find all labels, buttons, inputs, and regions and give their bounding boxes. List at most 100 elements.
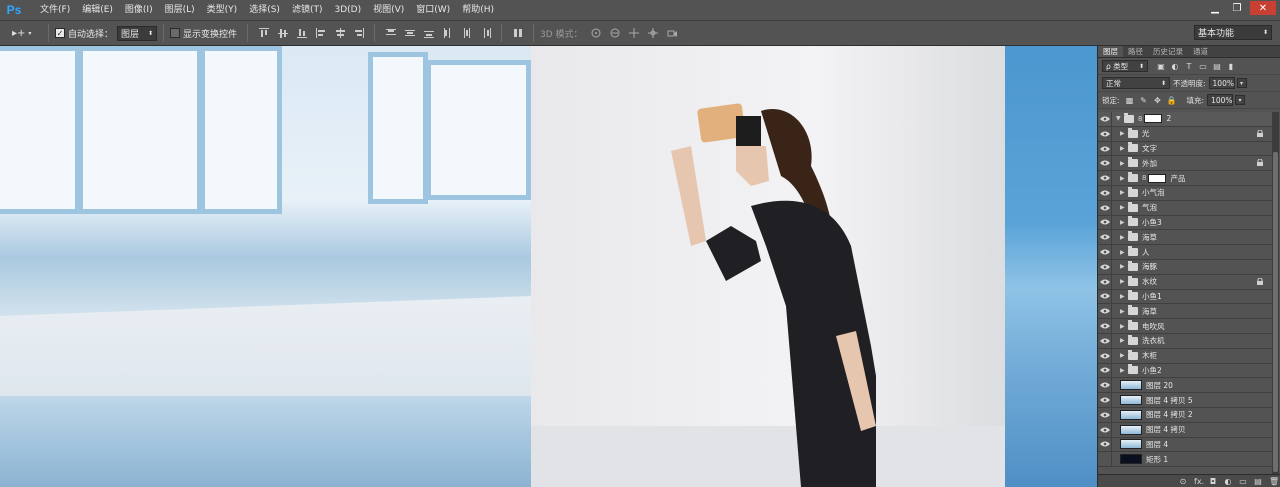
auto-align-icon[interactable]	[511, 27, 524, 40]
auto-select-target-dropdown[interactable]: 图层 ⬍	[117, 25, 158, 41]
fx-icon[interactable]: fx.	[1194, 477, 1204, 486]
auto-select-checkbox[interactable]: ✓	[55, 28, 65, 38]
expand-right-icon[interactable]: ▶	[1120, 308, 1128, 315]
eye-icon[interactable]	[1098, 378, 1112, 393]
blend-mode-dropdown[interactable]: 正常 ⬍	[1102, 77, 1170, 89]
menu-item[interactable]: 窗口(W)	[410, 0, 456, 21]
expand-right-icon[interactable]: ▶	[1120, 234, 1128, 241]
document-canvas[interactable]	[0, 46, 1097, 487]
opacity-field[interactable]: 100%	[1208, 77, 1235, 89]
eye-icon[interactable]	[1098, 141, 1112, 156]
expand-right-icon[interactable]: ▶	[1120, 337, 1128, 344]
layer-row[interactable]: ▶ 气泡	[1098, 200, 1273, 216]
layer-row[interactable]: ▶ 8 产品	[1098, 171, 1273, 186]
eye-icon[interactable]	[1098, 437, 1112, 452]
eye-icon[interactable]	[1098, 185, 1112, 200]
expand-right-icon[interactable]: ▶	[1120, 263, 1128, 270]
distribute-top-icon[interactable]	[384, 27, 397, 40]
expand-right-icon[interactable]: ▶	[1120, 367, 1128, 374]
layer-row[interactable]: ▶ 外加	[1098, 156, 1273, 172]
menu-item[interactable]: 帮助(H)	[456, 0, 500, 21]
layer-row[interactable]: 图层 20	[1098, 378, 1273, 394]
type-filter-icon[interactable]: T	[1184, 61, 1194, 71]
menu-item[interactable]: 类型(Y)	[201, 0, 244, 21]
menu-item[interactable]: 文件(F)	[34, 0, 76, 21]
image-filter-icon[interactable]: ▣	[1156, 61, 1166, 71]
align-bottom-icon[interactable]	[295, 27, 308, 40]
eye-icon[interactable]	[1098, 156, 1112, 171]
menu-item[interactable]: 3D(D)	[328, 0, 367, 21]
layer-row[interactable]: ▶ 小气泡	[1098, 185, 1273, 201]
layer-mask-thumbnail[interactable]	[1144, 114, 1163, 124]
tab-paths[interactable]: 路径	[1123, 46, 1148, 57]
link-layers-icon[interactable]: ⊙	[1179, 477, 1187, 486]
layer-row[interactable]: ▶ 人	[1098, 245, 1273, 260]
new-group-icon[interactable]: ▭	[1239, 477, 1247, 486]
minimize-button[interactable]: ▁	[1204, 1, 1226, 15]
layer-row[interactable]: ▶ 电吹风	[1098, 319, 1273, 334]
distribute-left-icon[interactable]	[441, 27, 454, 40]
eye-icon[interactable]	[1098, 200, 1112, 215]
layer-row[interactable]: ▼ 8 2	[1098, 112, 1273, 127]
eye-icon[interactable]	[1098, 348, 1112, 363]
chevron-down-icon[interactable]: ▾	[1235, 95, 1246, 105]
expand-right-icon[interactable]: ▶	[1120, 249, 1128, 256]
tab-layers[interactable]: 图层	[1098, 46, 1123, 57]
layer-row[interactable]: 矩形 1	[1098, 452, 1273, 468]
eye-icon[interactable]	[1098, 245, 1112, 260]
menu-item[interactable]: 滤镜(T)	[286, 0, 329, 21]
layer-row[interactable]: ▶ 洗衣机	[1098, 333, 1273, 349]
adjustment-filter-icon[interactable]: ◐	[1170, 61, 1180, 71]
roll-3d-icon[interactable]	[609, 27, 622, 40]
align-vcenter-icon[interactable]	[276, 27, 289, 40]
show-transform-checkbox[interactable]	[170, 28, 181, 38]
menu-item[interactable]: 视图(V)	[367, 0, 410, 21]
layer-row[interactable]: 图层 4 拷贝 2	[1098, 407, 1273, 423]
trash-icon[interactable]: 🗑	[1269, 477, 1279, 486]
expand-right-icon[interactable]: ▶	[1120, 175, 1128, 182]
distribute-vcenter-icon[interactable]	[403, 27, 416, 40]
eye-icon[interactable]	[1098, 289, 1112, 304]
layer-mask-thumbnail[interactable]	[1148, 173, 1167, 183]
shape-filter-icon[interactable]: ▭	[1198, 61, 1208, 71]
eye-icon[interactable]	[1098, 319, 1112, 334]
expand-down-icon[interactable]: ▼	[1116, 115, 1124, 122]
expand-right-icon[interactable]: ▶	[1120, 293, 1128, 300]
expand-right-icon[interactable]: ▶	[1120, 160, 1128, 167]
distribute-bottom-icon[interactable]	[422, 27, 435, 40]
lock-all-icon[interactable]: 🔒	[1167, 95, 1177, 105]
layer-row[interactable]: 图层 4	[1098, 437, 1273, 453]
expand-right-icon[interactable]: ▶	[1120, 219, 1128, 226]
add-mask-icon[interactable]: ◘	[1209, 477, 1217, 486]
lock-position-icon[interactable]: ✥	[1153, 95, 1163, 105]
move-tool-preset[interactable]: ▸+ ▾	[12, 23, 42, 43]
maximize-button[interactable]: ❐	[1226, 1, 1248, 15]
align-left-icon[interactable]	[314, 27, 327, 40]
eye-icon[interactable]	[1098, 333, 1112, 348]
layer-row[interactable]: ▶ 海草	[1098, 304, 1273, 320]
layer-row[interactable]: ▶ 海草	[1098, 230, 1273, 246]
layer-row[interactable]: ▶ 小鱼3	[1098, 215, 1273, 231]
distribute-right-icon[interactable]	[479, 27, 492, 40]
tab-channels[interactable]: 通道	[1188, 46, 1213, 57]
eye-icon[interactable]	[1098, 112, 1112, 126]
expand-right-icon[interactable]: ▶	[1120, 323, 1128, 330]
layer-row[interactable]: ▶ 光	[1098, 126, 1273, 142]
layers-scrollbar[interactable]	[1272, 112, 1279, 474]
lock-pixels-icon[interactable]: ✎	[1139, 95, 1149, 105]
eye-icon[interactable]	[1098, 393, 1112, 408]
filter-toggle-icon[interactable]: ▮	[1226, 61, 1236, 71]
pan-3d-icon[interactable]	[628, 27, 641, 40]
slide-3d-icon[interactable]	[647, 27, 660, 40]
align-top-icon[interactable]	[257, 27, 270, 40]
layer-row[interactable]: 图层 4 拷贝	[1098, 422, 1273, 438]
eye-icon[interactable]	[1098, 259, 1112, 274]
rotate-3d-icon[interactable]	[590, 27, 603, 40]
close-button[interactable]: ✕	[1250, 1, 1276, 15]
expand-right-icon[interactable]: ▶	[1120, 145, 1128, 152]
adjustment-layer-icon[interactable]: ◐	[1224, 477, 1232, 486]
filter-kind-dropdown[interactable]: ρ 类型 ⬍	[1102, 60, 1148, 72]
fill-field[interactable]: 100%	[1207, 94, 1234, 106]
layer-row[interactable]: 图层 4 拷贝 5	[1098, 393, 1273, 408]
link-icon[interactable]: 8	[1142, 174, 1146, 182]
